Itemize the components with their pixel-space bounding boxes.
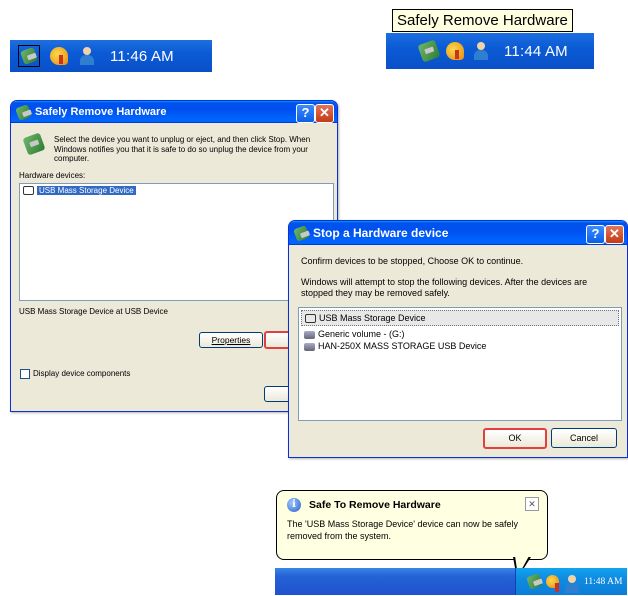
stop-hardware-device-window: Stop a Hardware device ? ✕ Confirm devic…	[288, 220, 628, 458]
tray-clock[interactable]: 11:46 AM	[110, 48, 174, 65]
hardware-devices-text: Hardware devices:	[19, 171, 86, 180]
keys-icon[interactable]	[546, 575, 559, 592]
display-components-label[interactable]: Display device components	[33, 369, 130, 378]
user-icon[interactable]	[563, 575, 579, 593]
usb-device-icon	[23, 186, 34, 196]
usb-hardware-icon[interactable]	[526, 573, 543, 590]
device-label: HAN-250X MASS STORAGE USB Device	[318, 341, 487, 352]
taskbar-tray: 11:48 AM	[515, 568, 627, 595]
tray-clock[interactable]: 11:48 AM	[584, 577, 622, 587]
user-icon[interactable]	[78, 47, 96, 65]
tray-clock[interactable]: 11:44 AM	[504, 43, 568, 60]
tray-strip-1144: 11:44 AM	[386, 33, 594, 69]
stop-devices-list[interactable]: USB Mass Storage Device Generic volume -…	[298, 307, 622, 421]
keys-icon[interactable]	[50, 47, 68, 65]
hardware-devices-label: Hardware devices:	[19, 171, 85, 180]
stop-confirm-text: Confirm devices to be stopped, Choose OK…	[301, 256, 524, 266]
stop-title: Stop a Hardware device	[313, 226, 449, 240]
user-icon[interactable]	[472, 42, 490, 60]
srh-status-text: USB Mass Storage Device at USB Device	[19, 307, 168, 316]
usb-hardware-icon[interactable]	[417, 39, 441, 63]
device-label: Generic volume - (G:)	[318, 329, 405, 340]
list-item[interactable]: USB Mass Storage Device	[20, 184, 333, 197]
list-item[interactable]: USB Mass Storage Device	[301, 310, 619, 327]
srh-instructions: Select the device you want to unplug or …	[54, 135, 311, 163]
stop-info-text: Windows will attempt to stop the followi…	[301, 277, 588, 298]
info-icon: i	[287, 498, 301, 512]
cancel-button[interactable]: Cancel	[551, 428, 617, 448]
ok-button[interactable]: OK	[483, 428, 547, 449]
disk-icon	[304, 342, 315, 351]
stop-titlebar: Stop a Hardware device	[289, 221, 627, 245]
balloon-title: Safe To Remove Hardware	[309, 499, 441, 511]
list-item[interactable]: Generic volume - (G:)	[299, 328, 621, 340]
srh-title: Safely Remove Hardware	[35, 106, 167, 118]
disk-icon	[304, 330, 315, 339]
display-components-checkbox[interactable]	[20, 369, 30, 379]
balloon-message: The 'USB Mass Storage Device' device can…	[287, 519, 519, 541]
device-label: USB Mass Storage Device	[319, 313, 426, 323]
usb-hardware-icon	[20, 47, 38, 65]
taskbar	[275, 568, 515, 595]
usb-hardware-icon	[22, 132, 46, 156]
list-item[interactable]: HAN-250X MASS STORAGE USB Device	[299, 340, 621, 352]
tray-strip-1146: 11:46 AM	[10, 40, 212, 72]
usb-hardware-icon	[15, 103, 32, 121]
usb-device-icon	[305, 314, 316, 324]
device-label: USB Mass Storage Device	[37, 186, 136, 195]
close-button[interactable]: ✕	[605, 225, 624, 244]
keys-icon[interactable]	[446, 42, 464, 60]
safe-to-remove-balloon[interactable]: i Safe To Remove Hardware ✕ The 'USB Mas…	[276, 490, 548, 560]
close-button[interactable]: ✕	[315, 104, 334, 123]
srh-titlebar: Safely Remove Hardware	[11, 101, 337, 123]
help-button[interactable]: ?	[586, 225, 605, 244]
usb-hardware-tray-button[interactable]	[18, 45, 40, 67]
properties-button[interactable]: Properties	[199, 332, 263, 348]
hardware-devices-list[interactable]: USB Mass Storage Device	[19, 183, 334, 301]
usb-hardware-icon	[293, 224, 310, 242]
balloon-close-button[interactable]: ✕	[525, 497, 539, 511]
help-button[interactable]: ?	[296, 104, 315, 123]
tooltip-safely-remove: Safely Remove Hardware	[392, 9, 573, 32]
